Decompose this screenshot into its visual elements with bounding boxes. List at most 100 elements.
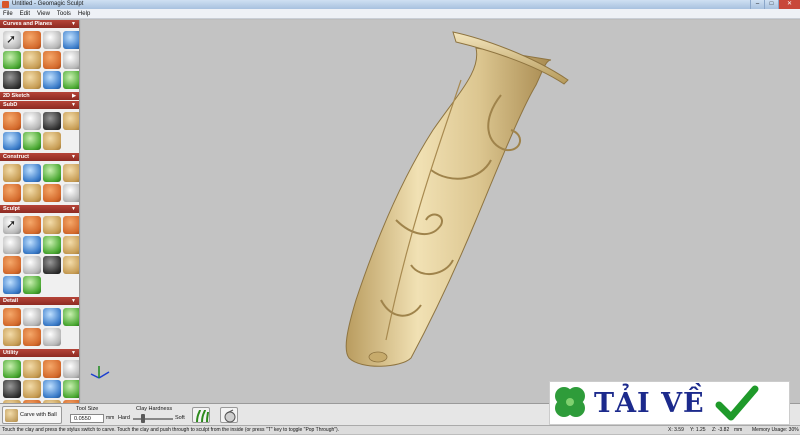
subd-edge-icon[interactable] bbox=[3, 132, 21, 150]
utility-blocks-icon[interactable] bbox=[3, 380, 21, 398]
carve-with-ball-label: Carve with Ball bbox=[20, 412, 57, 418]
construct-pipe-icon[interactable] bbox=[3, 164, 21, 182]
utility-grid-icon[interactable] bbox=[23, 360, 41, 378]
bend-icon[interactable] bbox=[23, 71, 41, 89]
smudge-icon bbox=[224, 409, 236, 423]
sculpt-block-icon[interactable] bbox=[43, 256, 61, 274]
construct-stone-icon[interactable] bbox=[43, 184, 61, 202]
smudge-button[interactable] bbox=[220, 407, 238, 423]
sculpt-fire-icon[interactable] bbox=[63, 216, 79, 234]
detail-gear-icon[interactable] bbox=[3, 328, 21, 346]
texture-button[interactable] bbox=[192, 407, 210, 423]
tool-grid bbox=[0, 110, 79, 153]
menu-tools[interactable]: Tools bbox=[57, 9, 71, 19]
carve-ball-icon bbox=[5, 408, 18, 422]
grid-icon[interactable] bbox=[3, 71, 21, 89]
tool-grid bbox=[0, 358, 79, 403]
sculpt-figure-icon[interactable] bbox=[63, 256, 79, 274]
detail-fish-icon[interactable] bbox=[23, 328, 41, 346]
construct-shell-icon[interactable] bbox=[3, 184, 21, 202]
section-header-6[interactable]: Utility ▼ bbox=[0, 349, 79, 357]
construct-shape-icon[interactable] bbox=[63, 184, 79, 202]
chevron-icon: ▼ bbox=[71, 298, 76, 304]
curve-tool-icon[interactable] bbox=[43, 31, 61, 49]
line-tool-icon[interactable] bbox=[3, 51, 21, 69]
sculpt-emboss-icon[interactable] bbox=[43, 236, 61, 254]
section-header-1[interactable]: 2D Sketch ▶ bbox=[0, 92, 79, 100]
section-header-4[interactable]: Sculpt ▼ bbox=[0, 205, 79, 213]
sculpt-arrow-icon[interactable] bbox=[3, 216, 21, 234]
utility-scale-icon[interactable] bbox=[43, 380, 61, 398]
subd-cube-icon[interactable] bbox=[23, 112, 41, 130]
sculpt-smudge-icon[interactable] bbox=[43, 216, 61, 234]
menu-edit[interactable]: Edit bbox=[20, 9, 30, 19]
texture-icon bbox=[196, 409, 209, 423]
utility-box-icon[interactable] bbox=[3, 360, 21, 378]
app-icon bbox=[2, 1, 9, 8]
sculpt-flat-icon[interactable] bbox=[3, 256, 21, 274]
subd-pipe-icon[interactable] bbox=[43, 132, 61, 150]
menu-file[interactable]: File bbox=[3, 9, 13, 19]
detail-face-icon[interactable] bbox=[3, 308, 21, 326]
detail-color-icon[interactable] bbox=[43, 328, 61, 346]
construct-sphere-icon[interactable] bbox=[63, 164, 79, 182]
tool-grid bbox=[0, 214, 79, 297]
construct-rock-icon[interactable] bbox=[43, 164, 61, 182]
menu-view[interactable]: View bbox=[37, 9, 50, 19]
minimize-button[interactable]: – bbox=[750, 0, 764, 9]
hard-label: Hard bbox=[118, 415, 130, 421]
tool-size-input[interactable]: 0.0550 bbox=[70, 414, 104, 423]
construct-bend-icon[interactable] bbox=[23, 164, 41, 182]
close-button[interactable]: ✕ bbox=[778, 0, 800, 9]
extrude-icon[interactable] bbox=[43, 71, 61, 89]
section-header-5[interactable]: Detail ▼ bbox=[0, 297, 79, 305]
section-header-0[interactable]: Curves and Planes ▼ bbox=[0, 20, 79, 28]
construct-lump-icon[interactable] bbox=[23, 184, 41, 202]
sculpt-smooth-icon[interactable] bbox=[23, 236, 41, 254]
checkmark-icon bbox=[715, 385, 759, 421]
sculpt-wave-icon[interactable] bbox=[23, 256, 41, 274]
pen-curve-icon[interactable] bbox=[23, 31, 41, 49]
chevron-icon: ▼ bbox=[71, 350, 76, 356]
axis-triad bbox=[90, 366, 110, 379]
sculpt-brush-icon[interactable] bbox=[3, 236, 21, 254]
subd-ring-icon[interactable] bbox=[43, 112, 61, 130]
sheet-icon[interactable] bbox=[63, 71, 79, 89]
clay-hardness-thumb[interactable] bbox=[141, 414, 145, 423]
subd-tube-icon[interactable] bbox=[63, 112, 79, 130]
watermark-logo: TẢI VỀ bbox=[549, 381, 790, 425]
section-header-2[interactable]: SubD ▼ bbox=[0, 101, 79, 109]
select-arrow-icon[interactable] bbox=[3, 31, 21, 49]
utility-pen-icon[interactable] bbox=[63, 360, 79, 378]
detail-shell-icon[interactable] bbox=[23, 308, 41, 326]
subd-box-icon[interactable] bbox=[3, 112, 21, 130]
menu-bar: File Edit View Tools Help bbox=[0, 9, 800, 19]
maximize-button[interactable]: □ bbox=[764, 0, 778, 9]
detail-ball-icon[interactable] bbox=[63, 308, 79, 326]
clay-hardness-slider[interactable] bbox=[133, 418, 173, 420]
vase-model bbox=[345, 31, 569, 367]
plane-icon[interactable] bbox=[43, 51, 61, 69]
chevron-icon: ▼ bbox=[71, 102, 76, 108]
sculpt-stamp-icon[interactable] bbox=[23, 216, 41, 234]
chevron-icon: ▼ bbox=[71, 206, 76, 212]
sculpt-sphere-icon[interactable] bbox=[3, 276, 21, 294]
utility-star-icon[interactable] bbox=[63, 380, 79, 398]
tool-palette: Curves and Planes▼ 2D Sketch▶SubD▼ Constru… bbox=[0, 20, 80, 403]
window-controls: – □ ✕ bbox=[750, 0, 800, 9]
clover-icon bbox=[555, 387, 585, 417]
menu-help[interactable]: Help bbox=[78, 9, 90, 19]
sculpt-layer-icon[interactable] bbox=[63, 236, 79, 254]
utility-frame-icon[interactable] bbox=[23, 380, 41, 398]
carve-with-ball-button[interactable]: Carve with Ball bbox=[2, 406, 62, 424]
spline-icon[interactable] bbox=[63, 31, 79, 49]
mirror-icon[interactable] bbox=[23, 51, 41, 69]
sphere-icon[interactable] bbox=[63, 51, 79, 69]
3d-viewport[interactable] bbox=[81, 20, 800, 403]
sculpt-mask-icon[interactable] bbox=[23, 276, 41, 294]
detail-pattern-icon[interactable] bbox=[43, 308, 61, 326]
section-header-3[interactable]: Construct ▼ bbox=[0, 153, 79, 161]
utility-knife-icon[interactable] bbox=[43, 360, 61, 378]
tool-size-label: Tool Size bbox=[76, 406, 99, 412]
subd-fold-icon[interactable] bbox=[23, 132, 41, 150]
